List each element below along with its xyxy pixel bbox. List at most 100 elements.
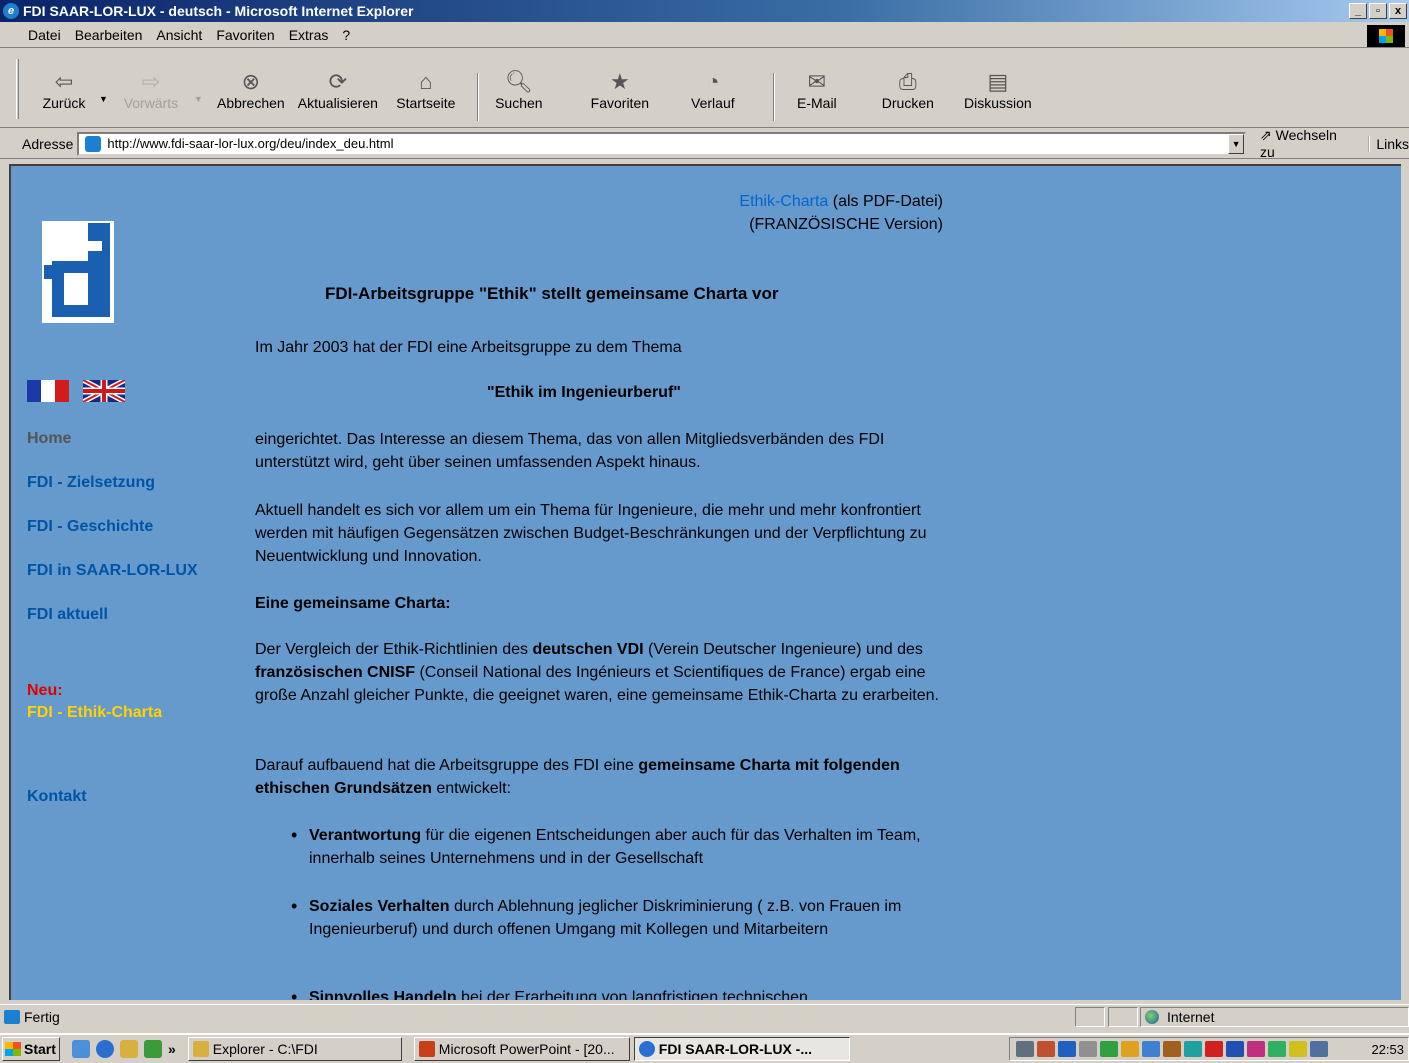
nav-geschichte[interactable]: FDI - Geschichte [27,518,153,536]
refresh-icon: ⟳ [328,69,348,94]
discuss-button[interactable]: ▤ Diskussion [953,71,1043,112]
print-icon: ⎙ [899,69,917,94]
tray-icon[interactable] [1163,1041,1181,1057]
tray-icon[interactable] [1184,1041,1202,1057]
list-item-bold: Verantwortung [309,827,422,844]
status-cell [1075,1007,1105,1027]
close-button[interactable]: x [1389,3,1407,19]
maximize-button[interactable]: ▫ [1369,3,1387,19]
status-text: Fertig [24,1009,60,1025]
vertical-scrollbar[interactable] [1401,164,1409,1000]
pdf-version: (FRANZÖSISCHE Version) [749,216,943,233]
home-icon: ⌂ [419,69,433,94]
nav-home[interactable]: Home [27,430,71,448]
tray-icon[interactable] [1268,1041,1286,1057]
menu-ansicht[interactable]: Ansicht [156,27,202,43]
app-quicklaunch-icon[interactable] [144,1040,162,1058]
p4-text-c: entwickelt: [431,780,512,797]
back-dropdown-icon[interactable]: ▼ [99,94,108,104]
tray-icon[interactable] [1100,1041,1118,1057]
favorites-label: Favoriten [590,95,650,111]
ie-quicklaunch-icon[interactable] [96,1040,114,1058]
language-flags [27,380,125,402]
pdf-suffix: (als PDF-Datei) [828,193,943,210]
tray-icon[interactable] [1226,1041,1244,1057]
menu-favoriten[interactable]: Favoriten [216,27,274,43]
list-item-bold: Sinnvolles Handeln [309,989,457,1000]
refresh-button[interactable]: ⟳ Aktualisieren [293,69,383,112]
tray-icon[interactable] [1016,1041,1034,1057]
mail-button[interactable]: ✉ E-Mail [777,71,857,112]
nav-ethik-charta[interactable]: FDI - Ethik-Charta [27,702,162,724]
menu-help[interactable]: ? [342,27,350,43]
minimize-button[interactable]: _ [1349,3,1367,19]
paragraph-1: eingerichtet. Das Interesse an diesem Th… [255,431,885,471]
forward-dropdown-icon[interactable]: ▼ [194,94,203,104]
nav-aktuell[interactable]: FDI aktuell [27,606,108,624]
task-explorer[interactable]: Explorer - C:\FDI [187,1037,402,1061]
tray-icon[interactable] [1289,1041,1307,1057]
nav-kontakt[interactable]: Kontakt [27,788,87,806]
task-powerpoint[interactable]: Microsoft PowerPoint - [20... [413,1037,630,1061]
window-controls: _ ▫ x [1349,3,1407,19]
new-label: Neu: [27,682,63,699]
tray-icon[interactable] [1205,1041,1223,1057]
tray-icon[interactable] [1247,1041,1265,1057]
tray-icon[interactable] [1121,1041,1139,1057]
history-button[interactable]: ◔ Verlauf [673,69,753,112]
p3-text-c: (Verein Deutscher Ingenieure) und des [643,641,923,658]
tray-icon[interactable] [1310,1041,1328,1057]
links-button[interactable]: Links [1368,135,1409,152]
print-label: Drucken [881,95,934,111]
nav-zielsetzung[interactable]: FDI - Zielsetzung [27,474,155,492]
list-item-text: bei der Erarbeitung von langfristigen te… [456,989,808,1000]
mail-label: E-Mail [797,95,837,111]
menu-extras[interactable]: Extras [289,27,329,43]
tray-icon[interactable] [1058,1041,1076,1057]
p3-bold-vdi: deutschen VDI [532,641,644,658]
list-item: Verantwortung für die eigenen Entscheidu… [287,824,947,870]
page-icon [85,135,102,152]
print-button[interactable]: ⎙ Drucken [863,69,953,112]
task-label: Explorer - C:\FDI [212,1041,318,1057]
home-button[interactable]: ⌂ Startseite [389,69,463,112]
flag-english-icon[interactable] [83,380,125,402]
search-button[interactable]: 🔍︎ Suchen [479,71,559,112]
task-ie[interactable]: FDI SAAR-LOR-LUX -... [633,1037,850,1061]
go-button[interactable]: ⇗ Wechseln zu [1260,127,1352,160]
address-bar: Adresse http://www.fdi-saar-lor-lux.org/… [0,127,1409,160]
menu-bearbeiten[interactable]: Bearbeiten [75,27,143,43]
fdi-logo[interactable] [42,221,114,323]
tray-icon[interactable] [1037,1041,1055,1057]
taskbar: Start » Explorer - C:\FDI Microsoft Powe… [0,1033,1409,1063]
start-button[interactable]: Start [2,1037,60,1061]
quicklaunch-chevron-icon[interactable]: » [168,1041,176,1057]
start-label: Start [24,1041,56,1057]
subheading: Eine gemeinsame Charta: [255,595,451,612]
favorites-button[interactable]: ★ Favoriten [569,71,671,112]
clock[interactable]: 22:53 [1371,1042,1404,1057]
list-item: Soziales Verhalten durch Ablehnung jegli… [287,895,947,941]
forward-button[interactable]: ⇨ Vorwärts [108,71,194,112]
home-label: Startseite [396,95,456,111]
show-desktop-icon[interactable] [72,1040,90,1058]
address-dropdown-icon[interactable]: ▼ [1228,133,1245,154]
address-url[interactable]: http://www.fdi-saar-lor-lux.org/deu/inde… [107,136,1228,151]
system-tray: 22:53 [1009,1037,1409,1061]
flag-french-icon[interactable] [27,380,69,402]
tray-icon[interactable] [1142,1041,1160,1057]
go-label: Wechseln zu [1260,127,1337,160]
back-button[interactable]: ⇦ Zurück [29,71,99,112]
stop-button[interactable]: ⊗ Abbrechen [209,71,293,112]
windows-logo-icon [5,1042,21,1056]
ie-icon: e [3,3,19,19]
nav-saar-lor-lux[interactable]: FDI in SAAR-LOR-LUX [27,562,198,580]
ethik-charta-pdf-link[interactable]: Ethik-Charta [739,193,828,210]
outlook-icon[interactable] [120,1040,138,1058]
p3-text-a: Der Vergleich der Ethik-Richtlinien des [255,641,533,658]
menu-datei[interactable]: Datei [28,27,61,43]
page-status-icon [4,1010,20,1024]
address-field[interactable]: http://www.fdi-saar-lor-lux.org/deu/inde… [77,131,1247,156]
history-icon: ◔ [706,69,720,94]
tray-icon[interactable] [1079,1041,1097,1057]
